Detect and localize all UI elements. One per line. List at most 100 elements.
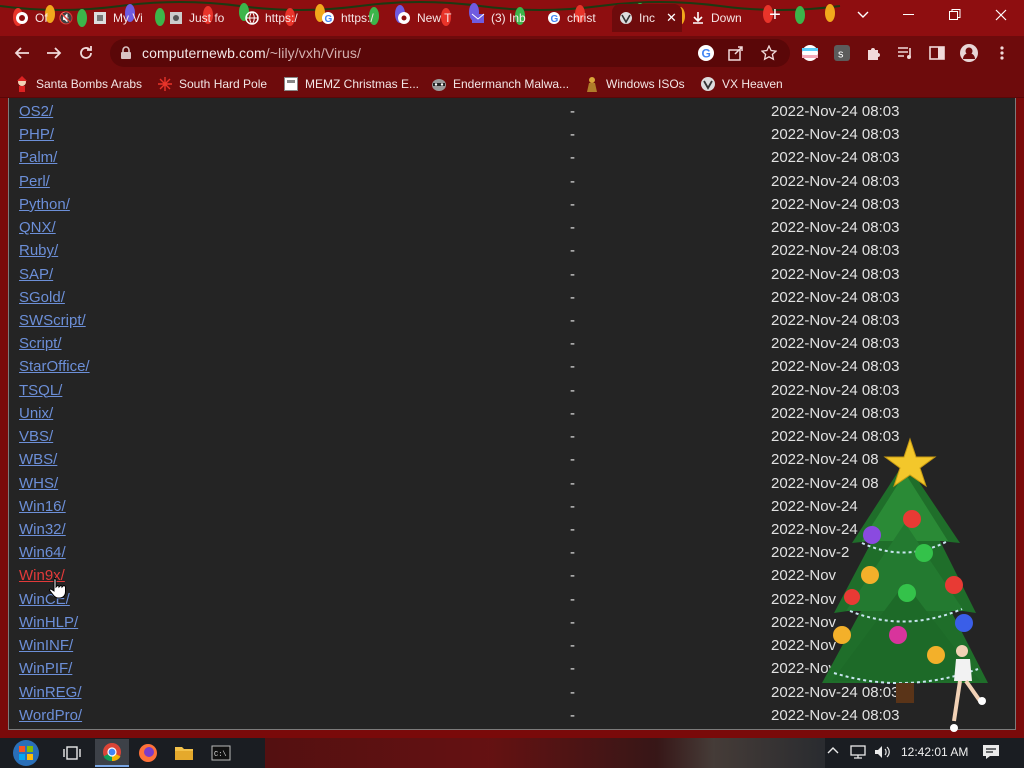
bookmark-windows-isos[interactable]: Windows ISOs: [584, 74, 685, 94]
chrome-menu-icon[interactable]: [992, 43, 1012, 63]
file-size: -: [570, 660, 575, 678]
taskbar-clock[interactable]: 12:42:01 AM: [901, 745, 968, 759]
restore-button[interactable]: [932, 0, 978, 30]
start-button[interactable]: [6, 739, 46, 767]
directory-link[interactable]: Script/: [19, 335, 62, 352]
file-size: -: [570, 126, 575, 144]
back-arrow-icon: [14, 47, 29, 59]
address-bar[interactable]: computernewb.com/~lily/vxh/Virus/: [110, 39, 790, 67]
tab-3[interactable]: Just fo: [162, 4, 236, 32]
action-center-button[interactable]: [982, 744, 1000, 763]
file-size: -: [570, 195, 575, 213]
tab-1[interactable]: Of 🔇: [8, 4, 82, 32]
directory-link[interactable]: WBS/: [19, 451, 57, 468]
taskbar-command-prompt[interactable]: C:\: [204, 739, 238, 767]
file-size: -: [570, 288, 575, 306]
listing-row: Win9x/-2022-Nov: [9, 564, 1015, 587]
directory-link[interactable]: SWScript/: [19, 312, 86, 329]
media-control-icon[interactable]: [895, 43, 915, 63]
directory-link[interactable]: Win16/: [19, 498, 66, 515]
extensions-puzzle-icon[interactable]: [864, 43, 884, 63]
share-icon[interactable]: [726, 43, 746, 63]
listing-row: Palm/ - 2022-Nov-24 08:03: [9, 146, 1015, 169]
close-window-button[interactable]: [978, 0, 1024, 30]
taskbar-chrome[interactable]: [95, 739, 129, 767]
tab-2[interactable]: My Vi: [86, 4, 160, 32]
bookmark-label: MEMZ Christmas E...: [305, 77, 420, 91]
directory-link[interactable]: StarOffice/: [19, 358, 90, 375]
last-modified: 2022-Nov-24 08:03: [771, 126, 900, 144]
chrome-icon: [14, 10, 30, 26]
directory-link[interactable]: Win32/: [19, 521, 66, 538]
snowflake-icon: [157, 76, 173, 92]
listing-row: QNX/ - 2022-Nov-24 08:03: [9, 216, 1015, 239]
bookmark-south-hard-pole[interactable]: South Hard Pole: [157, 74, 267, 94]
tab-5[interactable]: G https:/: [314, 4, 388, 32]
tab-7[interactable]: (3) Inb: [464, 4, 538, 32]
bookmark-santa-bombs-arabs[interactable]: Santa Bombs Arabs: [14, 74, 142, 94]
listing-row: WBS/ - 2022-Nov-24 08: [9, 448, 1015, 471]
directory-link[interactable]: PHP/: [19, 126, 54, 143]
site-icon: [92, 10, 108, 26]
directory-link[interactable]: Win64/: [19, 544, 66, 561]
volume-tray-icon[interactable]: [873, 744, 891, 763]
forward-button[interactable]: [42, 41, 66, 65]
last-modified: 2022-Nov-24 08: [771, 474, 879, 492]
cmd-icon: C:\: [211, 745, 231, 761]
directory-link[interactable]: QNX/: [19, 219, 56, 236]
profile-avatar-icon[interactable]: [959, 43, 979, 63]
directory-link[interactable]: WordPro/: [19, 707, 82, 724]
directory-link[interactable]: SAP/: [19, 266, 53, 283]
google-lens-icon[interactable]: G: [696, 43, 716, 63]
bookmark-vx-heaven[interactable]: VX Heaven: [700, 74, 783, 94]
network-tray-icon[interactable]: [849, 744, 867, 763]
tab-search-button[interactable]: [840, 0, 886, 30]
minimize-button[interactable]: [886, 0, 932, 30]
back-button[interactable]: [10, 41, 34, 65]
directory-link[interactable]: VBS/: [19, 428, 53, 445]
directory-link[interactable]: Palm/: [19, 149, 57, 166]
lock-icon[interactable]: [120, 46, 132, 65]
directory-link[interactable]: SGold/: [19, 289, 65, 306]
directory-link[interactable]: Perl/: [19, 173, 50, 190]
directory-link[interactable]: Python/: [19, 196, 70, 213]
tab-4[interactable]: https:/: [238, 4, 312, 32]
last-modified: 2022-Nov-24 08:03: [771, 706, 900, 724]
directory-link[interactable]: TSQL/: [19, 382, 62, 399]
browser-window: Of 🔇 My Vi Just fo https:/ G https:/ New…: [0, 0, 1024, 768]
side-panel-icon[interactable]: [927, 43, 947, 63]
directory-link[interactable]: OS2/: [19, 103, 53, 120]
reload-button[interactable]: [74, 41, 98, 65]
close-tab-icon[interactable]: ✕: [666, 10, 677, 26]
bookmark-star-icon[interactable]: [759, 43, 779, 63]
profile-flag-icon[interactable]: [800, 43, 820, 63]
notification-icon: [983, 745, 999, 759]
task-view-button[interactable]: [55, 739, 89, 767]
forward-arrow-icon: [47, 47, 62, 59]
directory-link[interactable]: Unix/: [19, 405, 53, 422]
directory-link[interactable]: WHS/: [19, 475, 58, 492]
bookmark-endermanch-malware[interactable]: Endermanch Malwa...: [431, 74, 569, 94]
mute-tab-icon[interactable]: 🔇: [59, 11, 74, 25]
new-tab-button[interactable]: +: [758, 0, 792, 30]
extension-s-icon[interactable]: s: [832, 43, 852, 63]
vx-heaven-icon: [618, 10, 634, 26]
last-modified: 2022-Nov-24 08:03: [771, 428, 900, 446]
bookmark-memz-christmas[interactable]: MEMZ Christmas E...: [283, 74, 419, 94]
directory-link[interactable]: WinHLP/: [19, 614, 78, 631]
directory-link[interactable]: WinREG/: [19, 684, 82, 701]
show-hidden-icons-button[interactable]: [827, 744, 839, 758]
url-text[interactable]: computernewb.com/~lily/vxh/Virus/: [142, 45, 361, 61]
tab-10[interactable]: Down: [684, 4, 756, 32]
tab-6[interactable]: New T: [390, 4, 464, 32]
last-modified: 2022-Nov: [771, 567, 837, 585]
directory-link[interactable]: WinINF/: [19, 637, 73, 654]
taskbar-firefox[interactable]: [131, 739, 165, 767]
directory-link[interactable]: Ruby/: [19, 242, 58, 259]
tab-9-active[interactable]: Inc ✕: [612, 4, 682, 32]
restore-icon: [949, 9, 961, 20]
tab-8[interactable]: G christ: [540, 4, 612, 32]
directory-link[interactable]: WinPIF/: [19, 660, 72, 677]
taskbar-file-explorer[interactable]: [167, 739, 201, 767]
windows-isos-icon: [584, 76, 600, 92]
